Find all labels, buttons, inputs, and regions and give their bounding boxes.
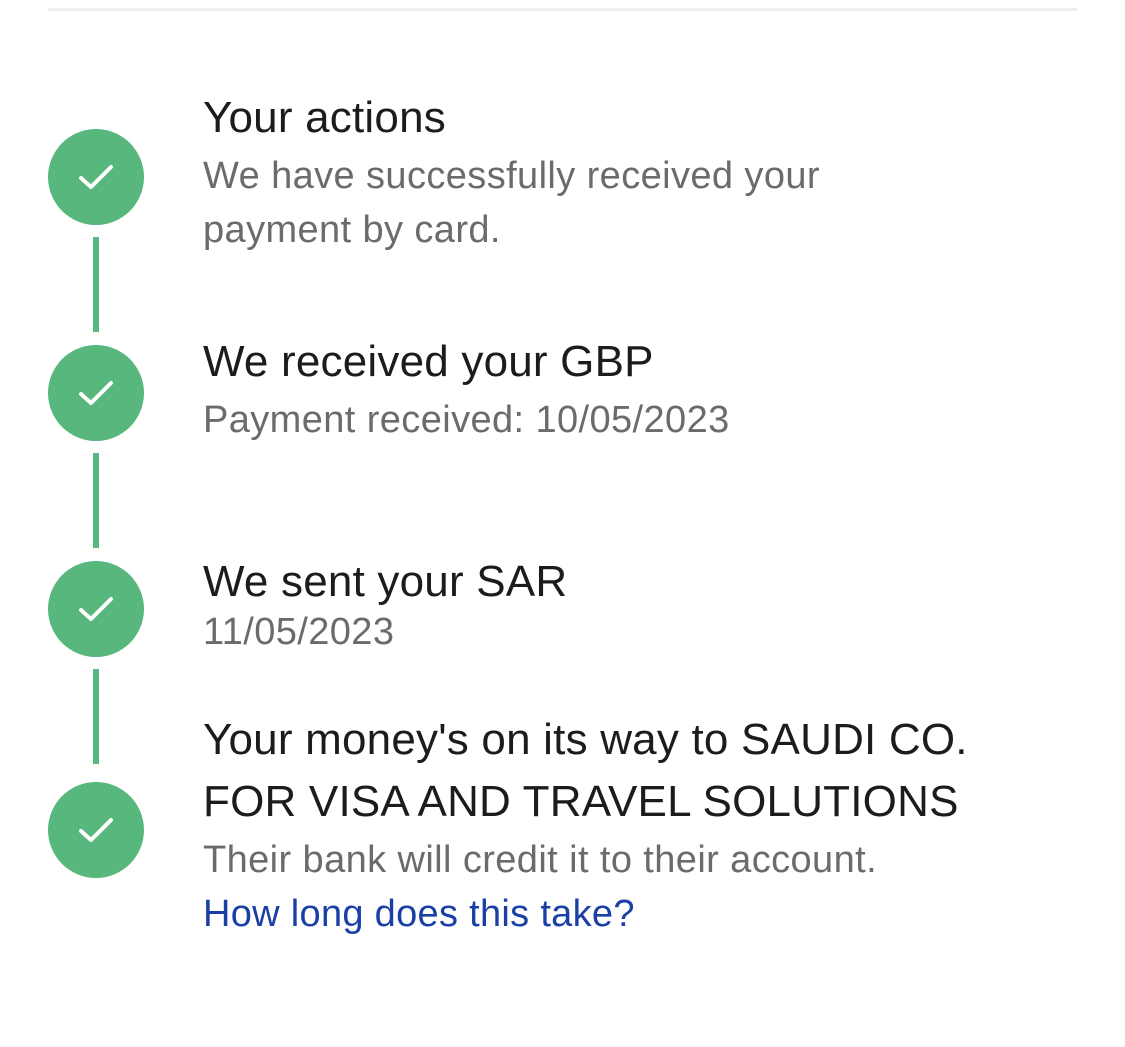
- how-long-link[interactable]: How long does this take?: [203, 887, 635, 941]
- checkmark-icon: [79, 381, 113, 405]
- step-subtitle: We have successfully received your: [203, 155, 820, 197]
- step-1: Your actions We have successfully receiv…: [203, 87, 1093, 257]
- step-title: Your money's on its way to SAUDI CO.: [203, 715, 968, 764]
- step-title: Your actions: [203, 93, 446, 142]
- timeline-connector: [93, 669, 99, 764]
- step-3-status-circle: [48, 561, 144, 657]
- top-divider: [48, 8, 1077, 11]
- step-title: We sent your SAR: [203, 557, 568, 606]
- step-title: FOR VISA AND TRAVEL SOLUTIONS: [203, 777, 959, 826]
- timeline-connector: [93, 453, 99, 548]
- step-subtitle: 11/05/2023: [203, 611, 395, 653]
- step-4-status-circle: [48, 782, 144, 878]
- step-3: We sent your SAR 11/05/2023: [203, 551, 1093, 659]
- step-2-status-circle: [48, 345, 144, 441]
- step-title: We received your GBP: [203, 337, 654, 386]
- step-subtitle: Payment received: 10/05/2023: [203, 399, 730, 441]
- timeline-connector: [93, 237, 99, 332]
- step-4: Your money's on its way to SAUDI CO. FOR…: [203, 709, 1093, 941]
- checkmark-icon: [79, 165, 113, 189]
- step-subtitle: Their bank will credit it to their accou…: [203, 839, 878, 881]
- checkmark-icon: [79, 818, 113, 842]
- checkmark-icon: [79, 597, 113, 621]
- step-subtitle: payment by card.: [203, 209, 501, 251]
- step-2: We received your GBP Payment received: 1…: [203, 331, 1093, 447]
- step-1-status-circle: [48, 129, 144, 225]
